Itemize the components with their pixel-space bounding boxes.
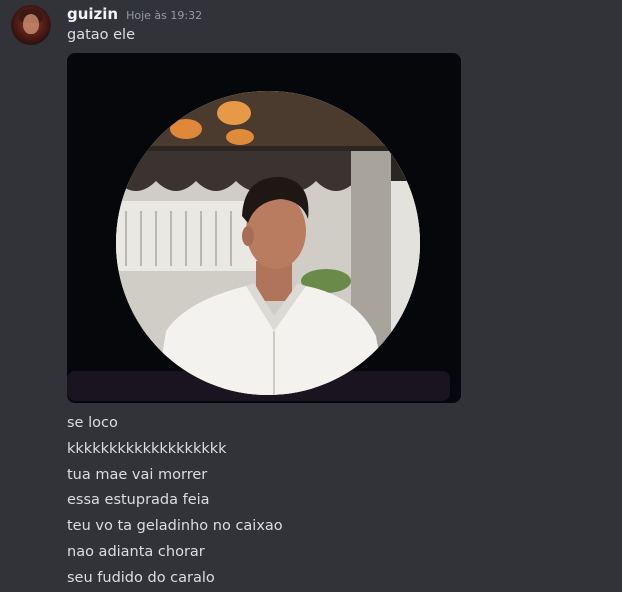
message-line: teu vo ta geladinho no caixao: [67, 518, 283, 535]
message-line: seu fudido do caralo: [67, 569, 215, 586]
message-line: essa estuprada feia: [67, 492, 210, 509]
message-text-first: gatao ele: [67, 27, 136, 43]
avatar-face: [23, 14, 39, 34]
message-line: tua mae vai morrer: [67, 466, 208, 483]
user-avatar[interactable]: [11, 5, 51, 45]
profile-photo: [116, 91, 420, 395]
username[interactable]: guizin: [67, 5, 118, 23]
image-attachment[interactable]: [67, 53, 461, 403]
message-header: guizin Hoje às 19:32: [67, 5, 202, 25]
message-line: se loco: [67, 415, 118, 431]
photo-illustration: [116, 91, 420, 395]
message-line: nao adianta chorar: [67, 543, 205, 560]
timestamp[interactable]: Hoje às 19:32: [126, 9, 202, 22]
message-line: kkkkkkkkkkkkkkkkkkk: [67, 440, 227, 457]
message-lines: se loco kkkkkkkkkkkkkkkkkkk tua mae vai …: [67, 411, 283, 592]
message: guizin Hoje às 19:32 gatao ele se loco k…: [0, 0, 622, 589]
